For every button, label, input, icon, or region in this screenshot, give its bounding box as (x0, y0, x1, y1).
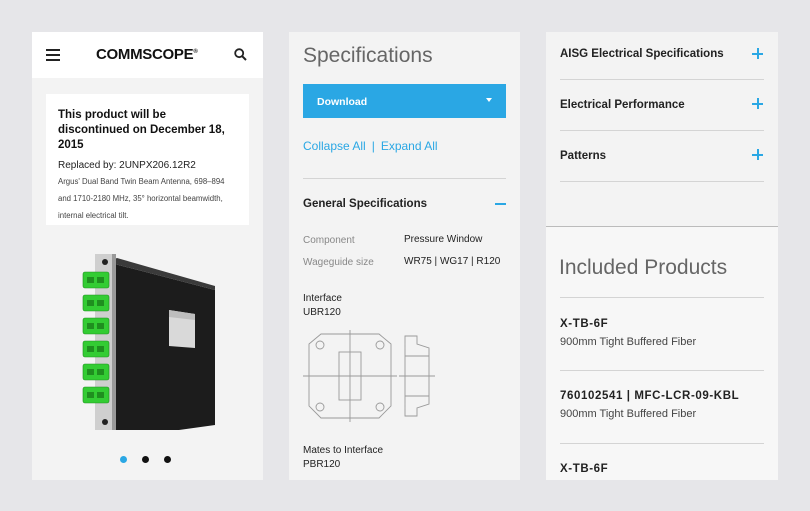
spec-label: Component (303, 235, 355, 246)
accordion-label: Patterns (560, 150, 607, 162)
top-bar: COMMSCOPE® (32, 32, 263, 78)
accordion-aisg-electrical[interactable]: AISG Electrical Specifications (560, 48, 764, 60)
menu-icon[interactable] (46, 49, 60, 61)
accordion-label: AISG Electrical Specifications (560, 48, 724, 60)
notice-title: This product will be discontinued on Dec… (58, 109, 225, 151)
accordion-label: Electrical Performance (560, 99, 685, 111)
discontinued-notice: This product will be discontinued on Dec… (46, 94, 249, 225)
product-description: 900mm Tight Buffered Fiber (560, 408, 697, 420)
collapse-all-link[interactable]: Collapse All (303, 139, 366, 153)
replaced-by-text: Replaced by: 2UNPX206.12R2 (58, 160, 196, 171)
carousel-dot-1[interactable] (120, 456, 127, 463)
general-specifications-toggle[interactable]: General Specifications (303, 198, 427, 210)
accordion-divider (560, 79, 764, 80)
collapse-icon[interactable] (495, 203, 506, 205)
search-icon[interactable] (234, 48, 247, 61)
spec-label: Wageguide size (303, 257, 374, 268)
included-products-heading: Included Products (559, 256, 728, 279)
interface-value: UBR120 (303, 307, 341, 318)
download-button[interactable]: Download (303, 84, 506, 118)
accordion-electrical-performance[interactable]: Electrical Performance (560, 99, 764, 111)
accordion-divider (560, 130, 764, 131)
product-description: 900mm Tight Buffered Fiber (560, 336, 697, 348)
brand-logo[interactable]: COMMSCOPE® (96, 46, 198, 63)
mates-value: PBR120 (303, 459, 341, 470)
product-divider (560, 443, 764, 444)
collapse-expand-controls: Collapse All | Expand All (303, 139, 438, 153)
expand-plus-icon[interactable] (752, 98, 763, 109)
section-divider (303, 178, 506, 179)
spec-value: Pressure Window (404, 234, 483, 245)
brand-name: COMMSCOPE (96, 46, 194, 63)
notice-description: Argus' Dual Band Twin Beam Antenna, 698–… (58, 177, 225, 220)
product-code[interactable]: 760102541 | MFC-LCR-09-KBL (560, 390, 739, 402)
product-image (82, 254, 215, 430)
carousel-dot-2[interactable] (142, 456, 149, 463)
accordion-divider (560, 181, 764, 182)
mates-label: Mates to Interface (303, 445, 384, 456)
carousel-dot-3[interactable] (164, 456, 171, 463)
product-panel: COMMSCOPE® This product will be disconti… (32, 32, 263, 480)
specifications-heading: Specifications (303, 44, 433, 67)
specifications-panel: Specifications Download Collapse All | Exp… (289, 32, 520, 480)
expand-all-link[interactable]: Expand All (381, 139, 438, 153)
product-divider (560, 297, 764, 298)
interface-drawing (303, 330, 435, 422)
interface-label: Interface (303, 293, 342, 304)
download-label: Download (317, 96, 368, 108)
accordion-patterns[interactable]: Patterns (560, 150, 764, 162)
expand-plus-icon[interactable] (752, 149, 763, 160)
product-code[interactable]: X-TB-6F (560, 463, 608, 475)
spec-value: WR75 | WG17 | R120 (404, 256, 501, 267)
product-divider (560, 370, 764, 371)
details-panel: AISG Electrical Specifications Electrica… (546, 32, 778, 480)
chevron-down-icon (486, 98, 492, 102)
brand-mark: ® (193, 49, 198, 55)
product-code[interactable]: X-TB-6F (560, 318, 608, 330)
link-separator: | (371, 139, 375, 153)
expand-plus-icon[interactable] (752, 48, 763, 59)
